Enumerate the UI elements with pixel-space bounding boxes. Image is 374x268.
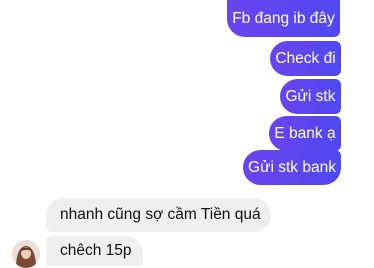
sent-message[interactable]: Check đi bbox=[270, 41, 341, 76]
message-text: chêch 15p bbox=[60, 242, 132, 259]
sent-message[interactable]: Gửi stk bbox=[280, 79, 341, 114]
message-text: Gửi stk bank bbox=[248, 158, 336, 176]
sent-message[interactable]: Fb đang ib đây bbox=[227, 0, 340, 37]
message-text: Fb đang ib đây bbox=[232, 9, 335, 27]
message-text: Gửi stk bbox=[285, 87, 336, 105]
message-thread: Fb đang ib đây Check đi Gửi stk E bank ạ… bbox=[0, 0, 374, 268]
message-text: nhanh cũng sợ cầm Tiền quá bbox=[60, 206, 261, 224]
message-text: E bank ạ bbox=[274, 124, 336, 142]
received-message[interactable]: nhanh cũng sợ cầm Tiền quá bbox=[46, 198, 271, 232]
sent-message[interactable]: Gửi stk bank bbox=[243, 150, 341, 185]
sender-avatar[interactable] bbox=[12, 240, 40, 268]
profile-photo-icon bbox=[12, 240, 40, 268]
received-message[interactable]: chêch 15p bbox=[46, 236, 143, 266]
sent-message[interactable]: E bank ạ bbox=[269, 116, 341, 151]
message-text: Check đi bbox=[275, 49, 336, 67]
